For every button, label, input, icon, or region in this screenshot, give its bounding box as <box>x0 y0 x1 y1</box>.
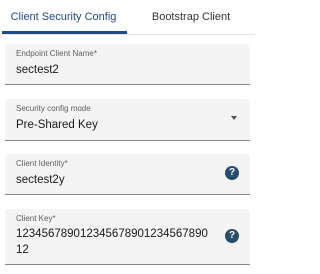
client-identity-label: Client Identity* <box>16 159 68 168</box>
help-icon[interactable]: ? <box>225 166 239 180</box>
client-key-value[interactable]: 123456789012345678901234567890 12 <box>16 226 216 258</box>
client-key-label: Client Key* <box>16 214 56 223</box>
endpoint-client-name-label: Endpoint Client Name* <box>16 49 97 58</box>
endpoint-client-name-value[interactable]: sectest2 <box>16 64 59 76</box>
security-config-mode-value[interactable]: Pre-Shared Key <box>16 119 98 131</box>
endpoint-client-name-field[interactable]: Endpoint Client Name* sectest2 <box>5 44 250 85</box>
tab-bar: Client Security Config Bootstrap Client <box>0 0 255 35</box>
chevron-down-icon[interactable] <box>231 116 237 120</box>
tab-bootstrap-client[interactable]: Bootstrap Client <box>127 0 255 34</box>
active-tab-indicator <box>2 31 127 34</box>
client-key-field[interactable]: Client Key* 1234567890123456789012345678… <box>5 209 250 265</box>
client-identity-value[interactable]: sectest2y <box>16 174 65 186</box>
tab-client-security-config[interactable]: Client Security Config <box>0 0 127 34</box>
security-config-mode-select[interactable]: Security config mode Pre-Shared Key <box>5 99 250 141</box>
security-config-mode-label: Security config mode <box>16 104 91 113</box>
client-identity-field[interactable]: Client Identity* sectest2y ? <box>5 154 250 195</box>
help-icon[interactable]: ? <box>225 229 239 243</box>
